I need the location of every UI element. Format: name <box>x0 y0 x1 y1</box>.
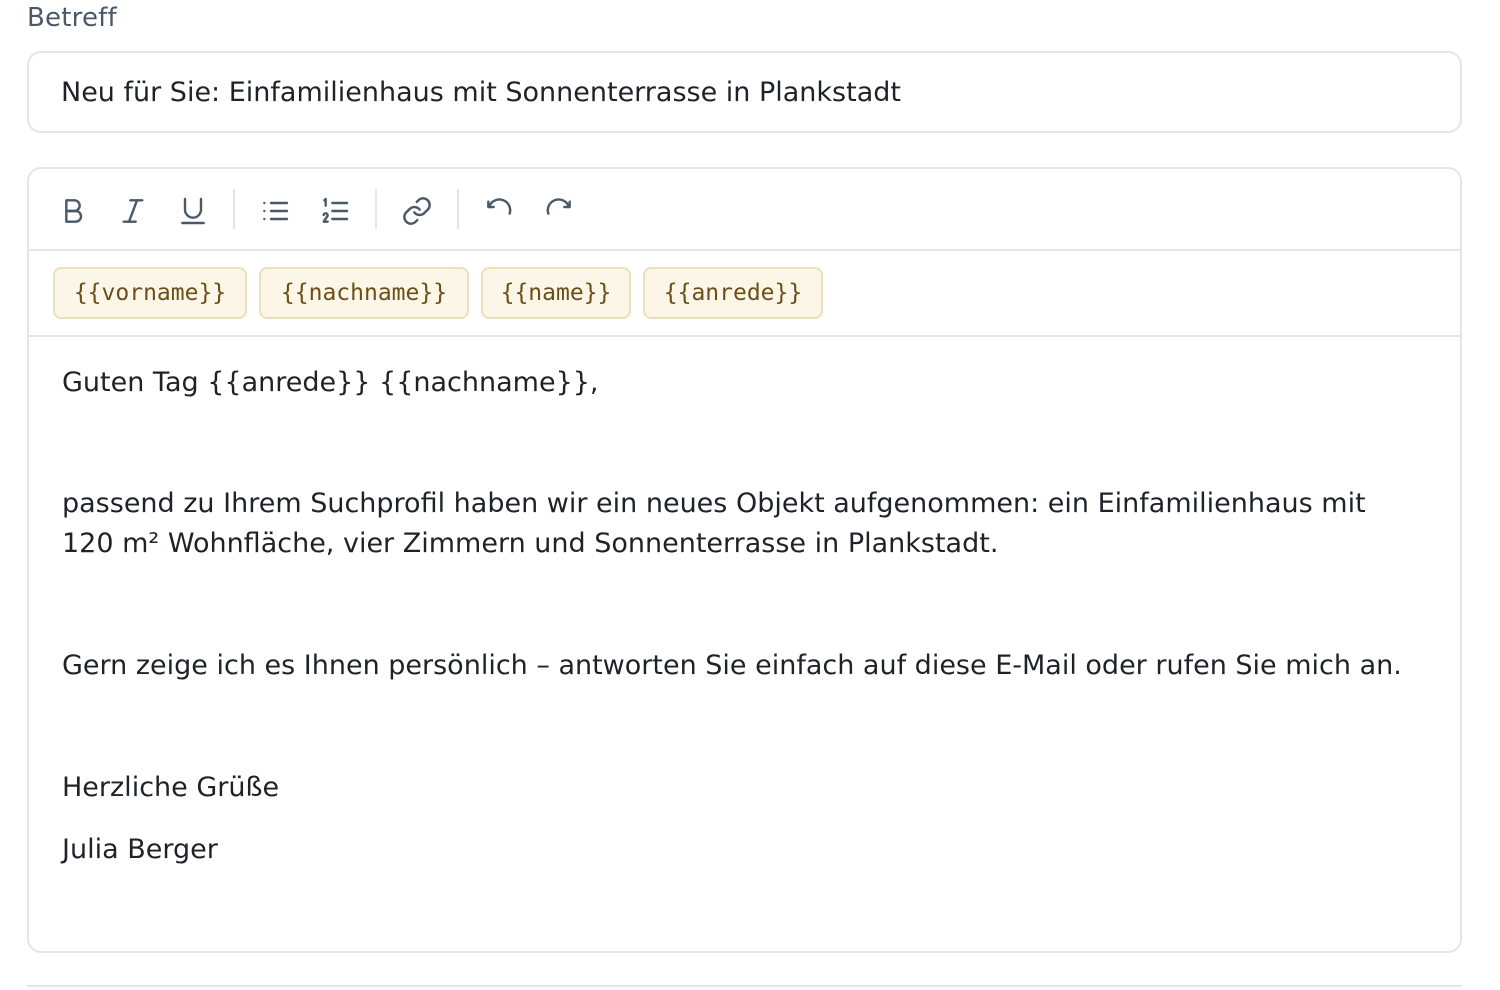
italic-icon <box>122 199 144 223</box>
body-paragraph-1-line-2: 120 m² Wohnfläche, vier Zimmern und Sonn… <box>62 528 999 559</box>
placeholder-chip-anrede[interactable]: {{anrede}} <box>643 267 823 319</box>
undo-button[interactable] <box>477 189 521 233</box>
body-paragraph-1-line-1: passend zu Ihrem Suchprofil haben wir ei… <box>62 488 1366 519</box>
bottom-divider <box>27 985 1462 987</box>
numbered-list-icon <box>322 197 349 223</box>
redo-button[interactable] <box>537 189 581 233</box>
rich-text-editor: {{vorname}} {{nachname}} {{name}} {{anre… <box>27 167 1462 953</box>
greeting-line: Guten Tag {{anrede}} {{nachname}}, <box>62 367 599 398</box>
redo-icon <box>546 198 571 215</box>
underline-icon <box>181 197 205 225</box>
numbered-list-button[interactable] <box>313 189 357 233</box>
undo-icon <box>487 198 512 215</box>
link-icon <box>403 197 431 225</box>
placeholder-chip-nachname[interactable]: {{nachname}} <box>259 267 469 319</box>
bold-button[interactable] <box>51 189 95 233</box>
editor-toolbar <box>29 169 1460 251</box>
toolbar-separator <box>233 189 235 229</box>
toolbar-separator <box>457 189 459 229</box>
subject-input[interactable] <box>27 51 1462 133</box>
placeholder-chip-name[interactable]: {{name}} <box>481 267 631 319</box>
subject-label: Betreff <box>27 3 117 33</box>
signature-line: Julia Berger <box>62 834 218 865</box>
underline-button[interactable] <box>171 189 215 233</box>
bold-icon <box>65 199 83 223</box>
toolbar-separator <box>375 189 377 229</box>
closing-line: Herzliche Grüße <box>62 772 280 803</box>
placeholder-bar: {{vorname}} {{nachname}} {{name}} {{anre… <box>29 251 1460 337</box>
placeholder-chip-vorname[interactable]: {{vorname}} <box>53 267 247 319</box>
bullet-list-icon <box>263 201 289 221</box>
italic-button[interactable] <box>111 189 155 233</box>
link-button[interactable] <box>395 189 439 233</box>
body-paragraph-2: Gern zeige ich es Ihnen persönlich – ant… <box>62 650 1402 681</box>
bullet-list-button[interactable] <box>253 189 297 233</box>
